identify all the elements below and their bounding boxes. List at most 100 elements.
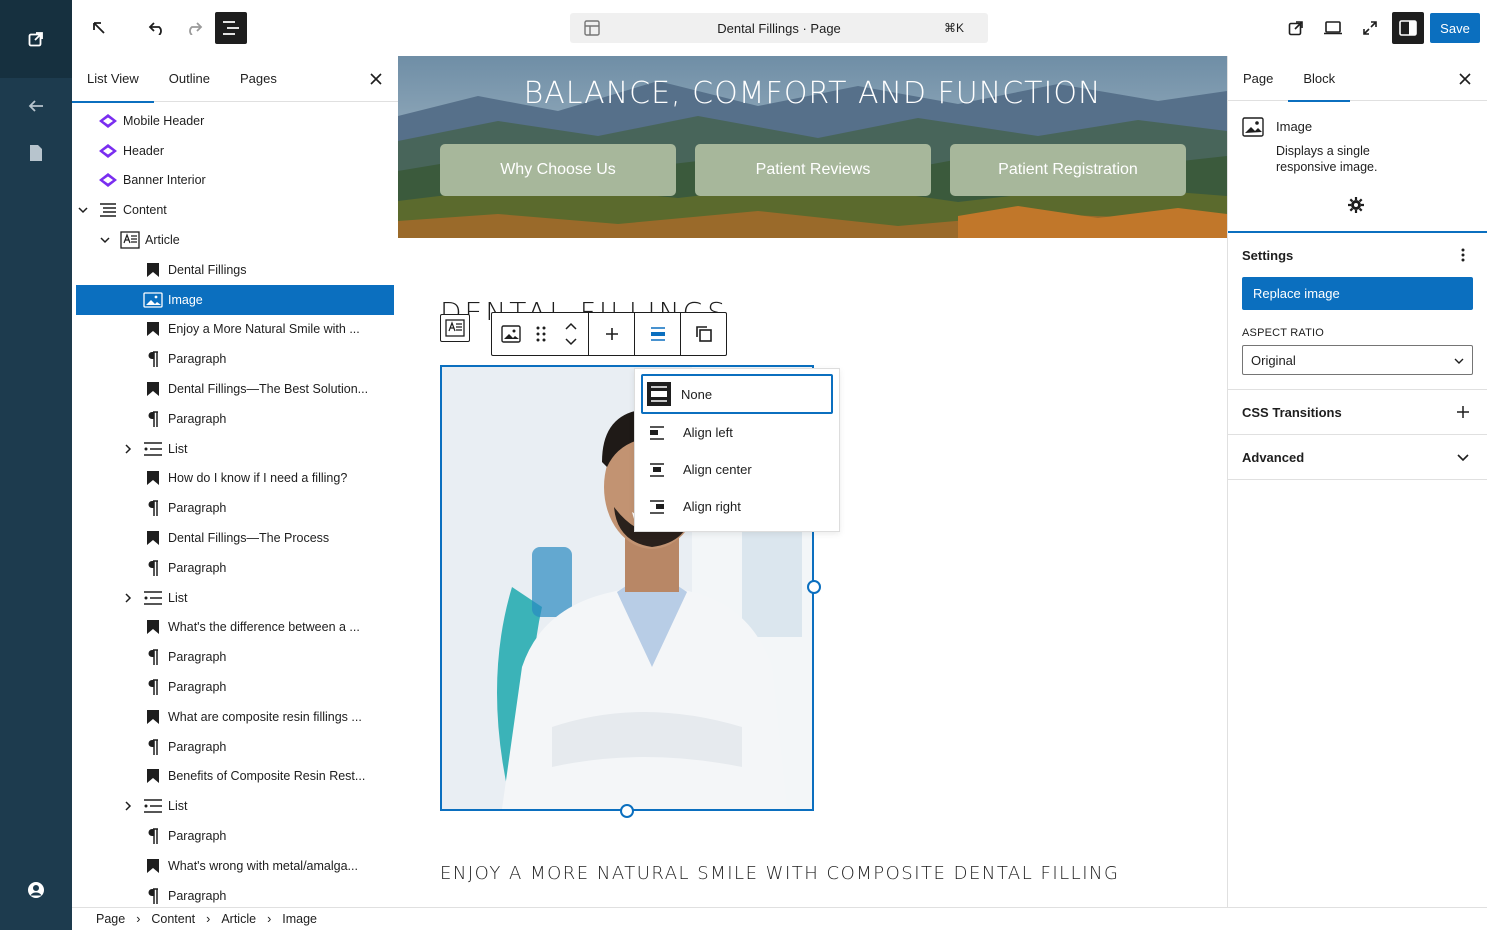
list-view-item[interactable]: Paragraph — [76, 404, 394, 434]
redo-button[interactable] — [178, 12, 210, 44]
more-options-button[interactable] — [1453, 245, 1473, 265]
list-view-item-label: Dental Fillings—The Best Solution... — [168, 382, 369, 397]
align-button[interactable] — [635, 313, 680, 355]
close-settings-button[interactable] — [1455, 69, 1475, 89]
close-list-view-button[interactable] — [366, 69, 386, 89]
chevron-right-icon[interactable] — [121, 591, 135, 605]
css-transitions-panel[interactable]: CSS Transitions — [1228, 390, 1487, 435]
tab-block[interactable]: Block — [1288, 56, 1350, 102]
list-view-item[interactable]: What's the difference between a ... — [76, 613, 394, 643]
insert-block-button[interactable] — [589, 313, 634, 355]
gear-icon[interactable] — [1348, 197, 1364, 216]
aspect-ratio-select[interactable]: Original — [1242, 345, 1473, 375]
list-view-item[interactable]: Paragraph — [76, 821, 394, 851]
align-none-label: None — [681, 386, 713, 402]
list-view-item[interactable]: Dental Fillings — [76, 255, 394, 285]
inserter-back-button[interactable] — [83, 12, 115, 44]
align-right-option[interactable]: Align right — [641, 488, 833, 525]
breadcrumb: Page › Content › Article › Image — [72, 907, 1487, 930]
css-transitions-title: CSS Transitions — [1242, 404, 1342, 420]
replace-image-button[interactable]: Replace image — [1242, 277, 1473, 310]
list-view-item[interactable]: What are composite resin fillings ... — [76, 702, 394, 732]
chevron-right-icon[interactable] — [121, 442, 135, 456]
fullscreen-icon — [1363, 21, 1377, 35]
view-page-button[interactable] — [1280, 12, 1312, 44]
list-view-item-label: What are composite resin fillings ... — [168, 709, 362, 724]
breadcrumb-item[interactable]: Page — [96, 912, 125, 926]
list-view-icon — [223, 21, 239, 35]
list-view-item[interactable]: List — [76, 791, 394, 821]
sub-heading[interactable]: ENJOY A MORE NATURAL SMILE WITH COMPOSIT… — [440, 863, 1119, 884]
user-button[interactable] — [0, 870, 72, 910]
select-parent-button[interactable] — [440, 314, 470, 342]
list-view-item[interactable]: Paragraph — [76, 642, 394, 672]
list-view-item[interactable]: Paragraph — [76, 672, 394, 702]
list-view-item[interactable]: Banner Interior — [76, 166, 394, 196]
device-preview-button[interactable] — [1317, 12, 1349, 44]
why-choose-us-button[interactable]: Why Choose Us — [440, 144, 676, 196]
breadcrumb-item[interactable]: Article — [221, 912, 256, 926]
plus-icon[interactable] — [1453, 402, 1473, 422]
list-view-item[interactable]: Paragraph — [76, 553, 394, 583]
breadcrumb-item[interactable]: Image — [282, 912, 317, 926]
list-view-item[interactable]: What's wrong with metal/amalga... — [76, 851, 394, 881]
duplicate-button[interactable] — [681, 313, 727, 355]
chevron-right-icon[interactable] — [121, 799, 135, 813]
patient-reviews-button[interactable]: Patient Reviews — [695, 144, 931, 196]
paragraph-icon — [143, 558, 163, 578]
list-view-item[interactable]: Header — [76, 136, 394, 166]
list-view-item-label: Paragraph — [168, 411, 227, 426]
list-view-item[interactable]: Mobile Header — [76, 106, 394, 136]
undo-button[interactable] — [141, 12, 173, 44]
list-view-item-label: Header — [123, 143, 164, 158]
list-view-item-label: Paragraph — [168, 829, 227, 844]
document-overview-button[interactable] — [215, 12, 247, 44]
list-view-item[interactable]: Benefits of Composite Resin Rest... — [76, 762, 394, 792]
pages-button[interactable] — [0, 133, 72, 173]
chevron-down-icon[interactable] — [98, 233, 112, 247]
command-palette-bar[interactable]: Dental Fillings · Page ⌘K — [570, 13, 988, 43]
list-view-item[interactable]: Paragraph — [76, 881, 394, 907]
arrow-up-left-icon — [93, 22, 105, 34]
view-site-button[interactable] — [0, 0, 72, 78]
tab-pages[interactable]: Pages — [225, 56, 292, 102]
save-button[interactable]: Save — [1430, 13, 1480, 43]
list-view-item[interactable]: Paragraph — [76, 344, 394, 374]
tab-outline[interactable]: Outline — [154, 56, 225, 102]
move-up-down-button[interactable] — [553, 313, 588, 355]
tab-page[interactable]: Page — [1228, 56, 1288, 101]
align-right-label: Align right — [683, 499, 741, 514]
list-view-item[interactable]: Dental Fillings—The Best Solution... — [76, 374, 394, 404]
list-view-item[interactable]: Paragraph — [76, 732, 394, 762]
block-type-button[interactable] — [492, 313, 530, 355]
list-view-item[interactable]: How do I know if I need a filling? — [76, 464, 394, 494]
back-button[interactable] — [0, 86, 72, 126]
chevron-down-icon[interactable] — [76, 203, 90, 217]
list-view-item[interactable]: Image — [76, 284, 394, 315]
tab-list-view[interactable]: List View — [72, 56, 154, 103]
align-center-option[interactable]: Align center — [641, 451, 833, 488]
list-view-item[interactable]: Enjoy a More Natural Smile with ... — [76, 315, 394, 345]
list-view-item[interactable]: Content — [76, 195, 394, 225]
settings-toggle-button[interactable] — [1392, 12, 1424, 44]
page-layout-icon — [570, 20, 614, 36]
resize-handle-bottom[interactable] — [620, 804, 634, 818]
fullscreen-button[interactable] — [1354, 12, 1386, 44]
advanced-panel[interactable]: Advanced — [1228, 435, 1487, 480]
resize-handle-right[interactable] — [807, 580, 821, 594]
drag-handle[interactable] — [530, 313, 554, 355]
align-none-option[interactable]: None — [641, 374, 833, 414]
list-view-item[interactable]: List — [76, 434, 394, 464]
drag-icon — [536, 326, 546, 342]
close-icon — [1459, 73, 1471, 85]
align-left-option[interactable]: Align left — [641, 414, 833, 451]
breadcrumb-item[interactable]: Content — [151, 912, 195, 926]
paragraph-icon — [143, 647, 163, 667]
list-view-item[interactable]: Paragraph — [76, 493, 394, 523]
patient-registration-button[interactable]: Patient Registration — [950, 144, 1186, 196]
chevron-down-icon[interactable] — [1453, 447, 1473, 467]
list-view-item[interactable]: List — [76, 583, 394, 613]
list-view-item[interactable]: Dental Fillings—The Process — [76, 523, 394, 553]
align-left-label: Align left — [683, 425, 733, 440]
list-view-item[interactable]: Article — [76, 225, 394, 255]
